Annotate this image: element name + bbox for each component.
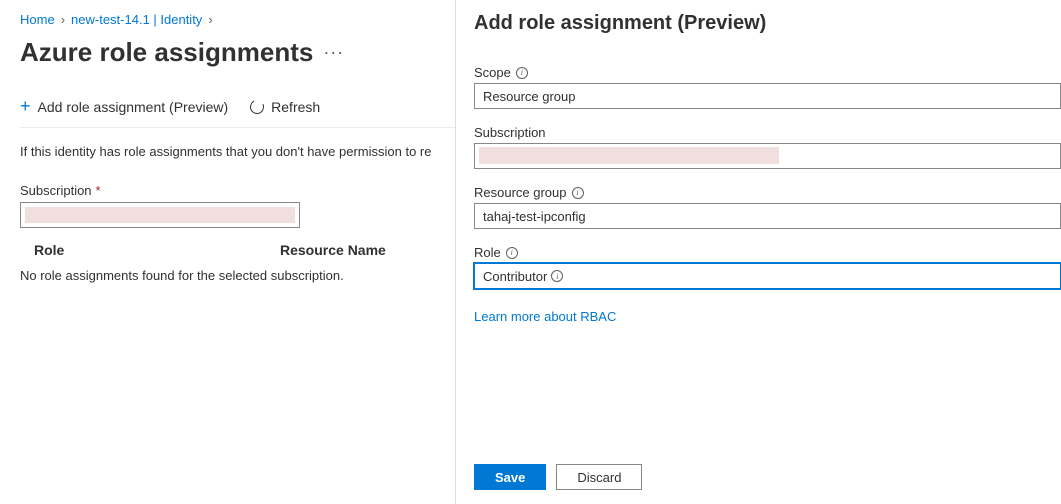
info-icon[interactable] — [506, 247, 518, 259]
plus-icon — [20, 96, 31, 117]
info-icon[interactable] — [572, 187, 584, 199]
scope-label: Scope — [474, 65, 1061, 80]
refresh-label: Refresh — [271, 99, 320, 115]
role-label: Role — [474, 245, 1061, 260]
refresh-button[interactable]: Refresh — [250, 99, 320, 115]
spacer — [474, 324, 1061, 454]
resource-group-label: Resource group — [474, 185, 1061, 200]
subscription-label-text: Subscription — [20, 183, 92, 198]
resource-group-group: Resource group tahaj-test-ipconfig — [474, 185, 1061, 229]
role-label-text: Role — [474, 245, 501, 260]
col-resource: Resource Name — [280, 242, 386, 258]
scope-value: Resource group — [483, 89, 576, 104]
refresh-icon — [248, 98, 266, 116]
discard-button[interactable]: Discard — [556, 464, 642, 490]
add-role-flyout: Add role assignment (Preview) Scope Reso… — [455, 0, 1061, 504]
flyout-footer: Save Discard — [474, 454, 1061, 504]
role-value: Contributor — [483, 269, 547, 284]
subscription-dropdown[interactable] — [20, 202, 300, 228]
chevron-right-icon: › — [61, 12, 65, 27]
resource-group-dropdown[interactable]: tahaj-test-ipconfig — [474, 203, 1061, 229]
learn-more-link[interactable]: Learn more about RBAC — [474, 309, 1061, 324]
role-group: Role Contributor — [474, 245, 1061, 289]
breadcrumb-home[interactable]: Home — [20, 12, 55, 27]
required-asterisk: * — [96, 183, 101, 198]
scope-label-text: Scope — [474, 65, 511, 80]
subscription-group: Subscription — [474, 125, 1061, 169]
rg-value: tahaj-test-ipconfig — [483, 209, 586, 224]
flyout-subscription-label: Subscription — [474, 125, 1061, 140]
breadcrumb-item[interactable]: new-test-14.1 | Identity — [71, 12, 202, 27]
page-title: Azure role assignments — [20, 37, 313, 68]
more-icon[interactable]: ··· — [323, 42, 344, 63]
info-icon[interactable] — [551, 270, 563, 282]
role-dropdown[interactable]: Contributor — [474, 263, 1061, 289]
scope-dropdown[interactable]: Resource group — [474, 83, 1061, 109]
save-button[interactable]: Save — [474, 464, 546, 490]
flyout-subscription-label-text: Subscription — [474, 125, 546, 140]
chevron-right-icon: › — [208, 12, 212, 27]
rg-label-text: Resource group — [474, 185, 567, 200]
flyout-subscription-dropdown[interactable] — [474, 143, 1061, 169]
add-role-assignment-button[interactable]: Add role assignment (Preview) — [20, 96, 228, 117]
info-icon[interactable] — [516, 67, 528, 79]
flyout-title: Add role assignment (Preview) — [474, 12, 1061, 35]
col-role: Role — [20, 242, 280, 258]
add-role-label: Add role assignment (Preview) — [38, 99, 229, 115]
scope-group: Scope Resource group — [474, 65, 1061, 109]
